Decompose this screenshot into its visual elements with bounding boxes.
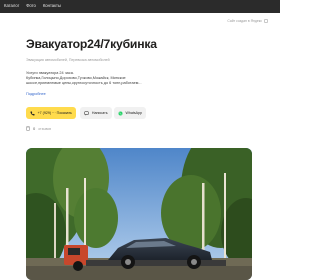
tow-truck-photo [26, 148, 252, 280]
nav-link-contacts[interactable]: Контакты [43, 4, 61, 8]
reviews-stat[interactable]: 0 отзывов [26, 126, 51, 131]
nav-link-catalog[interactable]: Каталог [4, 4, 19, 8]
gallery-photo[interactable] [26, 148, 252, 280]
yandex-logo-icon [264, 19, 268, 23]
show-phone-label: +7 (929) ··· Показать [37, 111, 72, 115]
business-description: Услуги эвакуатора 24 часа. Кубинка,Голиц… [26, 71, 176, 87]
phone-icon [30, 111, 35, 115]
write-message-button[interactable]: Написать [80, 107, 112, 119]
description-line: шоссе,приемлемые цены,круглосуточность д… [26, 81, 142, 86]
views-icon [26, 126, 30, 131]
show-phone-button[interactable]: +7 (929) ··· Показать [26, 107, 76, 119]
page-title: Эвакуатор24/7кубинка [26, 37, 157, 51]
chat-icon [84, 111, 90, 115]
nav-link-photos[interactable]: Фото [26, 4, 36, 8]
whatsapp-label: WhatsApp [125, 111, 143, 115]
top-nav: Каталог Фото Контакты [4, 4, 61, 8]
business-categories: Эвакуация автомобилей, Перевозка автомоб… [26, 58, 110, 62]
whatsapp-button[interactable]: WhatsApp [114, 107, 146, 119]
write-message-label: Написать [91, 111, 108, 115]
whatsapp-icon [118, 111, 123, 115]
top-navigation-bar: Каталог Фото Контакты [0, 0, 280, 13]
reviews-count: 0 [33, 126, 36, 131]
site-builder-note-text: Сайт создан в Яндекс [227, 19, 262, 23]
reviews-label: отзывов [38, 126, 52, 131]
site-builder-note[interactable]: Сайт создан в Яндекс [227, 19, 268, 23]
read-more-link[interactable]: Подробнее [26, 92, 46, 96]
